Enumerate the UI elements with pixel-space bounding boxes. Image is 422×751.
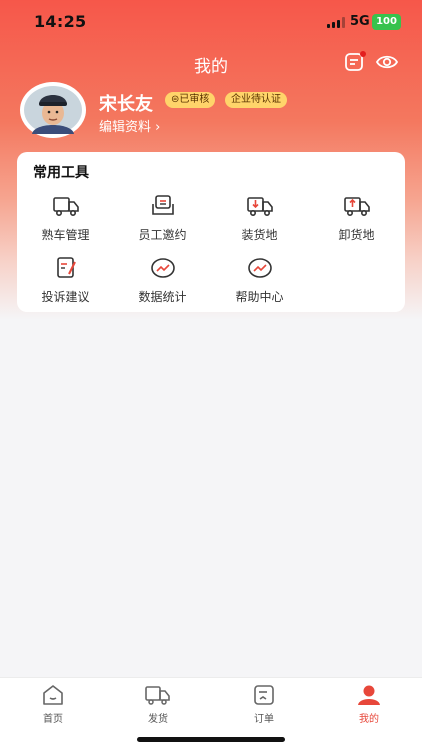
tab-profile[interactable]: 我的 [329,684,409,725]
battery-icon: 100 [372,14,401,30]
tool-staff-invite[interactable]: 员工邀约 [114,194,211,243]
status-time: 14:25 [34,12,87,31]
edit-profile-link[interactable]: 编辑资料 › [99,116,160,135]
home-indicator [137,737,285,742]
enterprise-badge: 企业待认证 [225,92,287,108]
tool-help-center[interactable]: 帮助中心 [211,256,308,305]
complaint-icon [56,257,76,278]
tool-loading-place[interactable]: 装货地 [211,194,308,243]
profile-icon [358,685,380,705]
truck-icon [52,197,79,216]
avatar[interactable] [20,82,86,138]
message-list-icon[interactable] [343,50,367,74]
tool-data-statistics[interactable]: 数据统计 [114,256,211,305]
status-bar: 14:25 5G 100 [0,0,422,44]
order-icon [254,685,274,705]
chart-icon [150,258,175,278]
chevron-right-icon: › [155,120,161,135]
network-label: 5G [350,14,370,29]
help-icon [247,258,272,278]
tools-title: 常用工具 [33,165,89,181]
invite-icon [151,195,174,215]
tab-home[interactable]: 首页 [13,684,93,725]
verified-badge: ⊜已审核 [165,92,216,108]
loading-truck-icon [246,197,273,216]
eye-icon[interactable] [375,50,399,74]
tool-fleet-management[interactable]: 熟车管理 [17,194,114,243]
tool-complaint[interactable]: 投诉建议 [17,256,114,305]
ship-icon [145,686,170,705]
signal-icon [327,17,345,28]
user-name: 宋长友 [99,94,153,115]
tools-card: 常用工具 熟车管理 员工邀约 装货地 卸货地 投诉建议 数据统计 帮助中心 [17,152,405,312]
unloading-truck-icon [343,197,370,216]
home-icon [43,685,63,705]
tool-unloading-place[interactable]: 卸货地 [308,194,405,243]
tab-ship[interactable]: 发货 [118,684,198,725]
tab-order[interactable]: 订单 [224,684,304,725]
